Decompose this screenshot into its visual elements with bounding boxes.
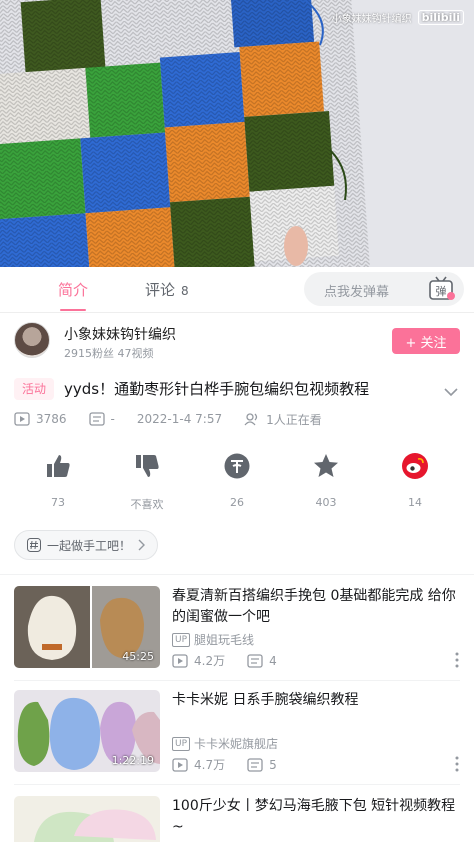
related-thumbnail: 1:22:19 xyxy=(14,690,160,772)
chevron-right-icon xyxy=(138,539,146,551)
danmaku-count-icon xyxy=(88,412,105,426)
favorite-button[interactable]: 403 xyxy=(291,452,361,509)
weibo-icon xyxy=(402,453,428,479)
related-views: 4.7万 xyxy=(194,758,226,772)
play-count-icon xyxy=(14,412,30,426)
related-views: 4.2万 xyxy=(194,654,226,668)
related-thumbnail xyxy=(14,796,160,842)
topic-chip-label: 一起做手工吧！ xyxy=(47,538,132,553)
dislike-button[interactable]: 不喜欢 xyxy=(112,452,182,512)
video-watermark: 小象妹妹钩针编织 bilibili xyxy=(332,10,464,25)
follow-button[interactable]: + 关注 xyxy=(392,328,460,354)
topic-chip[interactable]: 一起做手工吧！ xyxy=(14,530,159,560)
view-count: 3786 xyxy=(36,412,67,426)
related-thumbnail: 45:25 xyxy=(14,586,160,668)
list-divider xyxy=(14,784,460,785)
related-video-card[interactable]: 100斤少女丨梦幻马海毛腋下包 短针视频教程~ xyxy=(14,796,460,842)
tab-intro[interactable]: 简介 xyxy=(58,279,88,300)
related-uploader[interactable]: UP 腿姐玩毛线 xyxy=(172,631,254,648)
video-title: yyds！通勤枣形针白桦手腕包编织包视频教程 xyxy=(64,380,370,398)
play-count-icon xyxy=(172,757,188,772)
related-stats: 4.7万 5 xyxy=(172,756,277,773)
related-uploader[interactable]: UP 卡卡米妮旗舰店 xyxy=(172,735,278,752)
uploader-name[interactable]: 小象妹妹钩针编织 xyxy=(64,324,176,344)
up-badge: UP xyxy=(172,632,191,647)
danmaku-count-icon xyxy=(247,653,263,668)
danmaku-count: - xyxy=(110,412,115,426)
tab-active-indicator xyxy=(60,309,86,311)
bilibili-logo: bilibili xyxy=(417,10,464,25)
activity-tag[interactable]: 活动 xyxy=(14,378,55,400)
tab-comments[interactable]: 评论 8 xyxy=(145,279,189,300)
action-bar: 73 不喜欢 26 403 14 xyxy=(0,452,474,512)
favorite-count: 403 xyxy=(315,496,337,509)
share-count: 14 xyxy=(408,496,422,509)
related-uploader-name: 卡卡米妮旗舰店 xyxy=(194,737,279,751)
thumbs-down-icon xyxy=(136,455,159,477)
expand-chevron-icon[interactable] xyxy=(444,382,458,401)
like-count: 73 xyxy=(51,496,65,509)
coin-count: 26 xyxy=(230,496,244,509)
more-options-icon[interactable] xyxy=(454,756,460,776)
danmaku-toggle-button[interactable]: 弹 xyxy=(428,276,456,302)
publish-date: 2022-1-4 7:57 xyxy=(136,412,223,426)
related-danmaku: 5 xyxy=(269,757,277,772)
uploader-stats: 2915粉丝 47视频 xyxy=(64,347,154,360)
tab-comments-count: 8 xyxy=(181,284,189,298)
play-count-icon xyxy=(172,653,188,668)
coin-button[interactable]: 26 xyxy=(202,452,272,509)
svg-text:弹: 弹 xyxy=(436,284,447,298)
danmaku-count-icon xyxy=(247,757,263,772)
watching-icon xyxy=(244,413,258,426)
related-video-card[interactable]: 45:25 春夏清新百搭编织手挽包 0基础都能完成 给你的闺蜜做一个吧 UP 腿… xyxy=(14,586,460,668)
video-meta: 3786 - 2022-1-4 7:57 1人正在看 xyxy=(14,410,322,428)
section-divider xyxy=(0,574,474,575)
thumbs-up-icon xyxy=(47,455,70,477)
uploader-avatar[interactable] xyxy=(14,322,50,358)
danmaku-bar: 点我发弹幕 弹 xyxy=(304,272,464,306)
related-video-card[interactable]: 1:22:19 卡卡米妮 日系手腕袋编织教程 UP 卡卡米妮旗舰店 4.7万 5 xyxy=(14,690,460,772)
related-title: 卡卡米妮 日系手腕袋编织教程 xyxy=(172,692,359,708)
related-danmaku: 4 xyxy=(269,653,277,668)
watermark-channel: 小象妹妹钩针编织 xyxy=(331,14,412,25)
related-uploader-name: 腿姐玩毛线 xyxy=(194,633,255,647)
dislike-label: 不喜欢 xyxy=(130,498,164,511)
video-player[interactable]: 小象妹妹钩针编织 bilibili xyxy=(0,0,474,267)
share-weibo-button[interactable]: 14 xyxy=(380,452,450,509)
tab-comments-label: 评论 xyxy=(145,281,176,299)
related-stats: 4.2万 4 xyxy=(172,652,277,669)
video-duration: 45:25 xyxy=(122,650,154,663)
like-button[interactable]: 73 xyxy=(23,452,93,509)
danmaku-icon: 弹 xyxy=(429,276,455,300)
danmaku-input[interactable]: 点我发弹幕 xyxy=(324,281,389,300)
hashtag-icon xyxy=(27,538,41,552)
more-options-icon[interactable] xyxy=(454,652,460,672)
star-icon xyxy=(314,454,338,477)
video-duration: 1:22:19 xyxy=(111,754,154,767)
related-title: 100斤少女丨梦幻马海毛腋下包 短针视频教程~ xyxy=(172,798,456,835)
up-badge: UP xyxy=(172,736,191,751)
coin-icon xyxy=(224,453,250,479)
related-title: 春夏清新百搭编织手挽包 0基础都能完成 给你的闺蜜做一个吧 xyxy=(172,588,456,625)
watching-count: 1人正在看 xyxy=(266,412,322,427)
list-divider xyxy=(14,680,460,681)
video-frame-knit-blanket xyxy=(0,0,474,267)
